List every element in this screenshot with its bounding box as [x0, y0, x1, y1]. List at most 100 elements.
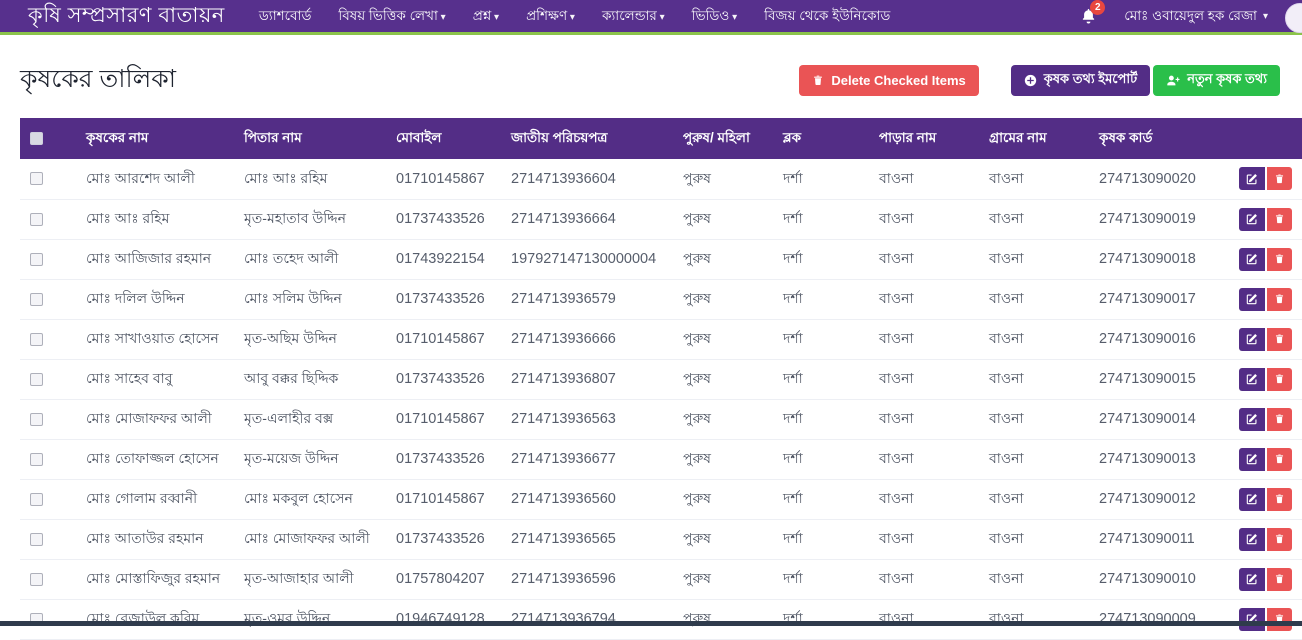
row-checkbox[interactable] [30, 493, 43, 506]
delete-button[interactable] [1267, 167, 1292, 190]
mobile-cell: 01710145867 [386, 319, 501, 359]
edit-icon [1246, 293, 1258, 305]
trash-icon [1274, 213, 1285, 225]
table-row: মোঃ আজিজার রহমান মোঃ তহেদ আলী 0174392215… [20, 239, 1302, 279]
import-farmer-data-button[interactable]: কৃষক তথ্য ইমপোর্ট [1011, 65, 1150, 96]
village-name-cell: বাওনা [979, 319, 1089, 359]
edit-button[interactable] [1239, 368, 1265, 391]
edit-icon [1246, 213, 1258, 225]
row-checkbox[interactable] [30, 213, 43, 226]
select-all-checkbox[interactable] [30, 132, 43, 145]
nav-item-0[interactable]: ড্যাশবোর্ড [259, 5, 312, 28]
edit-button[interactable] [1239, 568, 1265, 591]
notifications-button[interactable]: 2 [1081, 8, 1096, 24]
edit-icon [1246, 453, 1258, 465]
chevron-down-icon: ▾ [1263, 11, 1268, 22]
delete-button[interactable] [1267, 488, 1292, 511]
nav-item-2[interactable]: প্রশ্ন ▾ [473, 5, 499, 28]
father-name-cell: মৃত-ময়েজ উদ্দিন [234, 439, 386, 479]
nav-item-1[interactable]: বিষয় ভিত্তিক লেখা ▾ [338, 5, 445, 28]
avatar[interactable] [1285, 3, 1302, 33]
father-name-cell: মৃত-অছিম উদ্দিন [234, 319, 386, 359]
delete-button[interactable] [1267, 368, 1292, 391]
delete-button[interactable] [1267, 568, 1292, 591]
delete-button[interactable] [1267, 528, 1292, 551]
user-menu[interactable]: মোঃ ওবায়েদুল হক রেজা ▾ [1124, 5, 1268, 28]
nav-item-6[interactable]: বিজয় থেকে ইউনিকোড [764, 5, 890, 28]
delete-button[interactable] [1267, 408, 1292, 431]
row-checkbox[interactable] [30, 253, 43, 266]
row-checkbox[interactable] [30, 573, 43, 586]
farmer-card-cell: 274713090010 [1089, 559, 1229, 599]
block-cell: দর্শা [773, 159, 869, 199]
trash-icon [1274, 413, 1285, 425]
father-name-cell: মৃত-মহাতাব উদ্দিন [234, 199, 386, 239]
farmer-name-cell: মোঃ আতাউর রহমান [76, 519, 234, 559]
farmer-card-cell: 274713090012 [1089, 479, 1229, 519]
row-checkbox[interactable] [30, 293, 43, 306]
row-checkbox[interactable] [30, 333, 43, 346]
delete-button[interactable] [1267, 608, 1292, 631]
edit-button[interactable] [1239, 448, 1265, 471]
delete-button[interactable] [1267, 448, 1292, 471]
farmer-card-cell: 274713090015 [1089, 359, 1229, 399]
user-name: মোঃ ওবায়েদুল হক রেজা [1124, 5, 1257, 28]
mobile-cell: 01737433526 [386, 519, 501, 559]
farmer-table: কৃষকের নাম পিতার নাম মোবাইল জাতীয় পরিচয… [20, 118, 1302, 640]
edit-icon [1246, 493, 1258, 505]
new-farmer-button[interactable]: নতুন কৃষক তথ্য [1153, 65, 1280, 96]
edit-button[interactable] [1239, 408, 1265, 431]
edit-button[interactable] [1239, 608, 1265, 631]
row-checkbox[interactable] [30, 172, 43, 185]
delete-checked-button[interactable]: Delete Checked Items [799, 65, 978, 96]
mobile-cell: 01737433526 [386, 359, 501, 399]
edit-button[interactable] [1239, 288, 1265, 311]
delete-button[interactable] [1267, 208, 1292, 231]
delete-button[interactable] [1267, 248, 1292, 271]
col-national-id: জাতীয় পরিচয়পত্র [501, 118, 673, 159]
nav-item-3[interactable]: প্রশিক্ষণ ▾ [526, 5, 575, 28]
delete-button[interactable] [1267, 288, 1292, 311]
row-checkbox[interactable] [30, 413, 43, 426]
edit-button[interactable] [1239, 328, 1265, 351]
block-cell: দর্শা [773, 479, 869, 519]
table-row: মোঃ আতাউর রহমান মোঃ মোজাফফর আলী 01737433… [20, 519, 1302, 559]
plus-circle-icon [1024, 74, 1037, 87]
para-name-cell: বাওনা [869, 519, 979, 559]
edit-button[interactable] [1239, 488, 1265, 511]
edit-button[interactable] [1239, 167, 1265, 190]
mobile-cell: 01743922154 [386, 239, 501, 279]
father-name-cell: মোঃ মোজাফফর আলী [234, 519, 386, 559]
table-row: মোঃ আঃ রহিম মৃত-মহাতাব উদ্দিন 0173743352… [20, 199, 1302, 239]
father-name-cell: মৃত-ওমর উদ্দিন [234, 599, 386, 639]
national-id-cell: 2714713936579 [501, 279, 673, 319]
footer-bar [0, 621, 1302, 626]
para-name-cell: বাওনা [869, 199, 979, 239]
nav-menu: ড্যাশবোর্ড বিষয় ভিত্তিক লেখা ▾ প্রশ্ন ▾ প্… [259, 5, 917, 28]
row-checkbox[interactable] [30, 533, 43, 546]
nav-item-5[interactable]: ভিডিও ▾ [692, 5, 737, 28]
gender-cell: পুরুষ [673, 199, 773, 239]
edit-button[interactable] [1239, 528, 1265, 551]
block-cell: দর্শা [773, 199, 869, 239]
block-cell: দর্শা [773, 279, 869, 319]
mobile-cell: 01946749128 [386, 599, 501, 639]
row-actions [1239, 608, 1292, 631]
block-cell: দর্শা [773, 319, 869, 359]
row-checkbox[interactable] [30, 373, 43, 386]
para-name-cell: বাওনা [869, 359, 979, 399]
edit-button[interactable] [1239, 208, 1265, 231]
national-id-cell: 2714713936565 [501, 519, 673, 559]
delete-button[interactable] [1267, 328, 1292, 351]
edit-button[interactable] [1239, 248, 1265, 271]
nav-item-4[interactable]: ক্যালেন্ডার ▾ [602, 5, 665, 28]
notification-badge: 2 [1090, 0, 1105, 15]
row-checkbox[interactable] [30, 453, 43, 466]
farmer-card-cell: 274713090018 [1089, 239, 1229, 279]
top-navbar: কৃষি সম্প্রসারণ বাতায়ন ড্যাশবোর্ড বিষয় … [0, 0, 1302, 35]
gender-cell: পুরুষ [673, 359, 773, 399]
national-id-cell: 2714713936666 [501, 319, 673, 359]
mobile-cell: 01737433526 [386, 199, 501, 239]
brand-logo[interactable]: কৃষি সম্প্রসারণ বাতায়ন [28, 0, 225, 34]
table-row: মোঃ দলিল উদ্দিন মোঃ সলিম উদ্দিন 01737433… [20, 279, 1302, 319]
